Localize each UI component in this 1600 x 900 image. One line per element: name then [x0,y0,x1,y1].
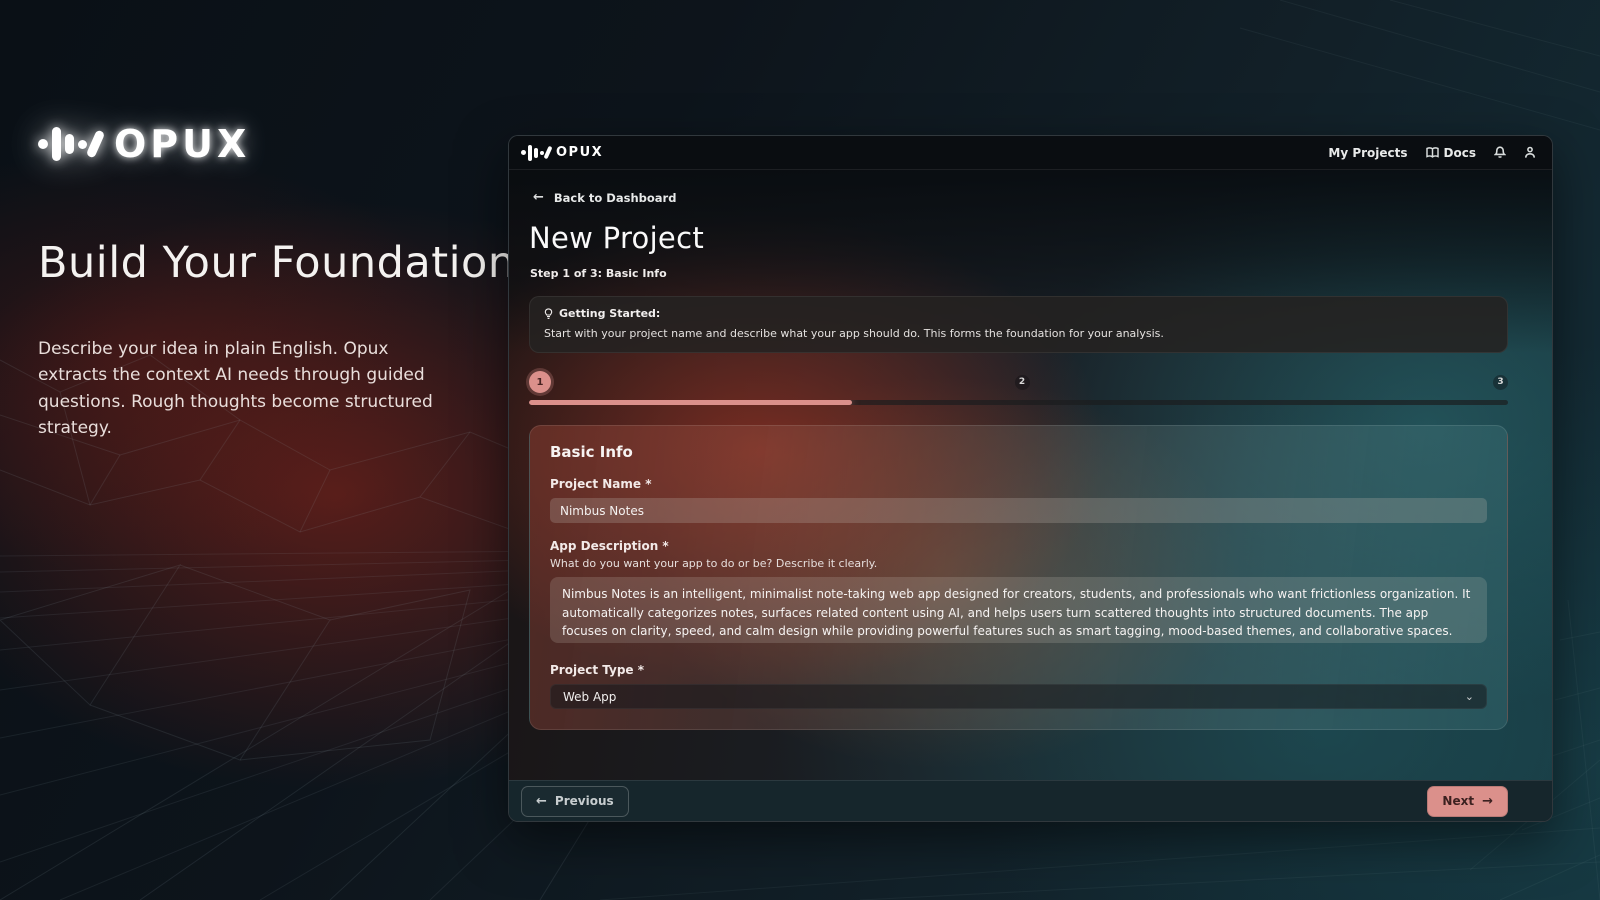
nav-docs-label: Docs [1444,146,1476,160]
back-to-dashboard-link[interactable]: ← Back to Dashboard [533,190,1508,205]
app-window: OPUX My Projects Docs [508,135,1553,822]
tip-body: Start with your project name and describ… [544,327,1493,340]
app-top-bar: OPUX My Projects Docs [509,136,1552,170]
top-nav: My Projects Docs [1328,146,1536,160]
user-icon [1524,146,1536,159]
nav-my-projects[interactable]: My Projects [1328,146,1407,160]
step-marker-1: 1 [529,371,551,393]
arrow-left-icon: ← [533,190,544,205]
previous-button[interactable]: ← Previous [521,786,629,817]
bell-icon [1494,146,1506,159]
lightbulb-icon [544,308,553,320]
user-menu-button[interactable] [1524,146,1536,159]
step-marker-3: 3 [1493,375,1508,390]
hero-brand-wordmark: OPUX [114,122,250,166]
app-brand-wordmark: OPUX [556,145,603,160]
step-indicator: Step 1 of 3: Basic Info [530,267,1508,280]
opux-logo-icon-small [521,145,550,161]
progress-bar-fill [529,400,852,405]
page-title: New Project [529,221,1508,255]
project-type-select[interactable]: Web App ⌄ [550,684,1487,709]
arrow-right-icon: → [1482,794,1493,809]
hero-panel: OPUX Build Your Foundation Describe your… [38,122,478,441]
next-button-label: Next [1442,794,1474,808]
app-logo[interactable]: OPUX [521,145,603,161]
chevron-down-icon: ⌄ [1465,690,1474,703]
nav-my-projects-label: My Projects [1328,146,1407,160]
project-name-input[interactable] [550,498,1487,523]
opux-logo-icon [38,127,100,161]
project-type-value: Web App [563,690,616,704]
tip-title: Getting Started: [559,307,660,320]
card-title: Basic Info [550,443,1487,461]
nav-docs[interactable]: Docs [1426,146,1476,160]
project-type-label: Project Type * [550,663,1487,677]
wizard-footer: ← Previous Next → [509,780,1552,821]
new-project-page: ← Back to Dashboard New Project Step 1 o… [509,170,1552,780]
progress-bar-track [529,400,1508,405]
hero-title: Build Your Foundation [38,238,478,288]
notifications-button[interactable] [1494,146,1506,159]
getting-started-tip: Getting Started: Start with your project… [529,296,1508,353]
book-icon [1426,147,1439,158]
app-description-hint: What do you want your app to do or be? D… [550,557,1487,570]
hero-description: Describe your idea in plain English. Opu… [38,336,463,441]
basic-info-card: Basic Info Project Name * App Descriptio… [529,425,1508,730]
app-description-label: App Description * [550,539,1487,553]
hero-logo: OPUX [38,122,478,166]
step-marker-2: 2 [1015,375,1030,390]
previous-button-label: Previous [555,794,614,808]
project-name-label: Project Name * [550,477,1487,491]
next-button[interactable]: Next → [1427,786,1508,817]
progress-section: 1 2 3 [529,371,1508,405]
back-to-dashboard-label: Back to Dashboard [554,191,677,205]
arrow-left-icon: ← [536,794,547,809]
app-description-textarea[interactable]: Nimbus Notes is an intelligent, minimali… [550,577,1487,643]
